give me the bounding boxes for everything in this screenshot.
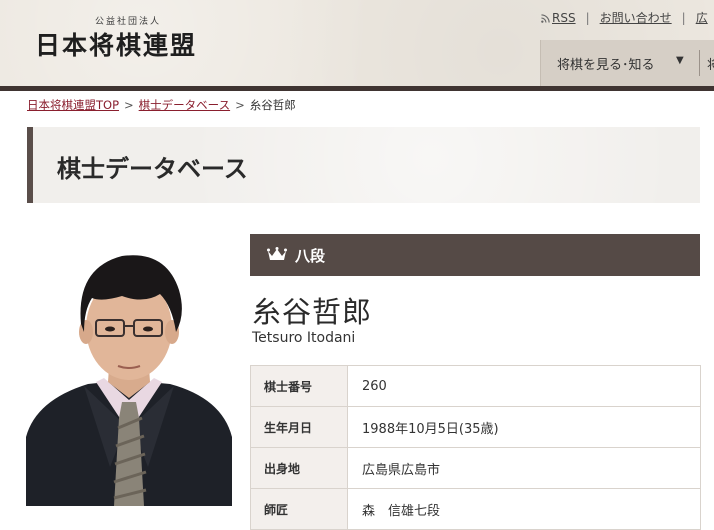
more-link[interactable]: 広 [696, 11, 708, 25]
table-row: 出身地 広島県広島市 [250, 447, 701, 489]
profile-label: 棋士番号 [250, 365, 348, 407]
breadcrumb: 日本将棋連盟TOP > 棋士データベース > 糸谷哲郎 [27, 97, 296, 113]
player-name-en: Tetsuro Itodani [252, 330, 356, 346]
site-header: 公益社団法人 日本将棋連盟 RSS | お問い合わせ | 広 将棋を見る･知る ▼ 将 [0, 0, 714, 86]
profile-value: 260 [347, 365, 701, 407]
breadcrumb-home[interactable]: 日本将棋連盟TOP [27, 98, 119, 112]
contact-link[interactable]: お問い合わせ [600, 11, 672, 25]
breadcrumb-database[interactable]: 棋士データベース [139, 98, 230, 112]
table-row: 生年月日 1988年10月5日(35歳) [250, 406, 701, 448]
rss-link[interactable]: RSS [552, 11, 576, 25]
profile-value: 1988年10月5日(35歳) [347, 406, 701, 448]
header-border [0, 86, 714, 91]
nav-item-next[interactable]: 将 [707, 54, 714, 73]
site-logo[interactable]: 日本将棋連盟 [35, 26, 197, 62]
rank-bar: 八段 [250, 234, 700, 276]
table-row: 棋士番号 260 [250, 365, 701, 407]
player-name-ja: 糸谷哲郎 [252, 295, 373, 329]
table-row: 師匠 森 信雄七段 [250, 488, 701, 530]
breadcrumb-separator: > [124, 98, 134, 112]
profile-label: 師匠 [250, 488, 348, 530]
global-nav: 将棋を見る･知る ▼ 将 [540, 40, 714, 86]
nav-item-watch-learn[interactable]: 将棋を見る･知る [557, 54, 655, 73]
rank-label: 八段 [295, 247, 326, 265]
breadcrumb-current: 糸谷哲郎 [249, 98, 296, 112]
divider: | [585, 11, 590, 25]
chevron-down-icon[interactable]: ▼ [676, 55, 684, 66]
breadcrumb-separator: > [235, 98, 245, 112]
page-title: 棋士データベース [57, 155, 248, 183]
profile-value: 広島県広島市 [347, 447, 701, 489]
profile-value: 森 信雄七段 [347, 488, 701, 530]
top-links: RSS | お問い合わせ | 広 [541, 9, 708, 26]
profile-table: 棋士番号 260 生年月日 1988年10月5日(35歳) 出身地 広島県広島市… [250, 365, 701, 530]
profile-label: 生年月日 [250, 406, 348, 448]
divider: | [681, 11, 686, 25]
profile-label: 出身地 [250, 447, 348, 489]
crown-icon [267, 247, 287, 260]
title-accent-bar [27, 127, 33, 203]
player-photo [26, 232, 232, 506]
page-title-box: 棋士データベース [27, 127, 700, 203]
rss-icon [541, 14, 550, 23]
nav-divider [699, 50, 700, 76]
